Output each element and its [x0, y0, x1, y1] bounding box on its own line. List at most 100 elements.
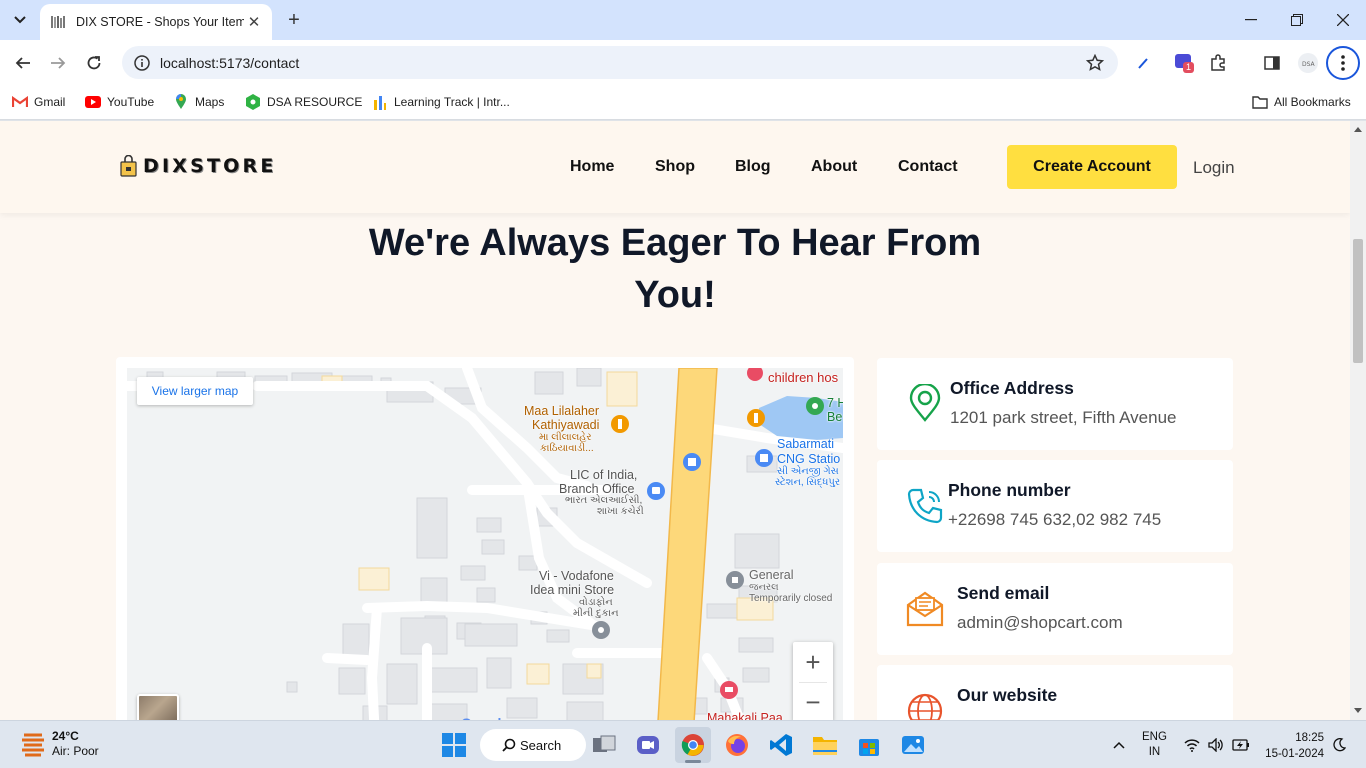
- scroll-up-arrow-icon[interactable]: [1354, 127, 1362, 132]
- active-tab[interactable]: DIX STORE - Shops Your Items ✕: [40, 4, 272, 40]
- weather-widget[interactable]: 24°C Air: Poor: [22, 729, 99, 759]
- reload-button[interactable]: [79, 48, 109, 78]
- map-label-lic3: ભારત એલઆઈસી,: [565, 495, 643, 506]
- taskbar-search[interactable]: Search: [480, 729, 586, 761]
- site-info-icon[interactable]: [134, 54, 150, 71]
- site-header: DIXSTORE Home Shop Blog About Contact Cr…: [0, 121, 1350, 213]
- all-bookmarks-button[interactable]: All Bookmarks: [1252, 92, 1351, 112]
- vscode-app[interactable]: [763, 727, 799, 763]
- bookmark-label: Maps: [195, 95, 225, 109]
- language-code: ENG: [1142, 731, 1167, 743]
- nav-contact[interactable]: Contact: [898, 158, 958, 176]
- map-label-gen1: General: [749, 568, 794, 582]
- bookmark-maps[interactable]: Maps: [173, 92, 224, 112]
- folder-icon: [1252, 94, 1268, 110]
- bookmark-label: Gmail: [34, 95, 66, 109]
- browser-toolbar: localhost:5173/contact 1 DSA: [0, 40, 1366, 85]
- clock-date: 15-01-2024: [1265, 748, 1324, 760]
- address-bar[interactable]: localhost:5173/contact: [122, 46, 1118, 79]
- bookmark-dsa[interactable]: DSA RESOURCE: [245, 92, 362, 112]
- map-label-sab4: સ્ટેશન, સિદ્ધપુર: [775, 477, 841, 488]
- site-favicon-icon: [51, 16, 65, 28]
- extensions-puzzle-icon[interactable]: [1207, 52, 1229, 74]
- forward-button[interactable]: [43, 48, 73, 78]
- bookmarks-bar: Gmail YouTube Maps DSA RESOURCE Learning…: [0, 85, 1366, 120]
- zoom-divider: [799, 682, 827, 683]
- map-zoom-control: + −: [793, 642, 833, 720]
- globe-icon: [907, 693, 943, 720]
- start-button[interactable]: [436, 727, 472, 763]
- file-explorer-app[interactable]: [807, 727, 843, 763]
- map-label-gen3: Temporarily closed: [749, 593, 833, 604]
- store-icon: [859, 739, 879, 756]
- reload-icon: [87, 56, 101, 70]
- new-tab-button[interactable]: +: [282, 8, 306, 32]
- microsoft-store-app[interactable]: [851, 727, 887, 763]
- tab-search-button[interactable]: [8, 8, 32, 32]
- teams-meet-app[interactable]: [630, 727, 666, 763]
- extension-badge: 1: [1186, 62, 1192, 72]
- notifications-button[interactable]: [1332, 721, 1346, 768]
- close-window-button[interactable]: [1320, 0, 1366, 40]
- map-label-lic2: Branch Office: [559, 482, 635, 496]
- profile-avatar-icon[interactable]: DSA: [1297, 52, 1319, 74]
- zoom-out-button[interactable]: −: [793, 682, 833, 720]
- scrollbar-thumb[interactable]: [1353, 239, 1363, 363]
- restore-icon: [1291, 14, 1303, 26]
- logo-text: DIXSTORE: [143, 155, 277, 177]
- view-larger-map-link[interactable]: View larger map: [137, 377, 253, 405]
- tab-close-icon[interactable]: ✕: [244, 12, 264, 32]
- create-account-button[interactable]: Create Account: [1007, 145, 1177, 189]
- nav-shop[interactable]: Shop: [655, 158, 695, 176]
- page-scrollbar[interactable]: [1350, 121, 1366, 720]
- youtube-icon: [85, 94, 101, 110]
- photos-app[interactable]: [895, 727, 931, 763]
- clock-time: 18:25: [1295, 732, 1324, 744]
- back-arrow-icon: [15, 57, 30, 69]
- chart-icon: [372, 94, 388, 110]
- haze-weather-icon: [22, 733, 44, 757]
- bookmark-learning-track[interactable]: Learning Track | Intr...: [372, 92, 510, 112]
- street-view-thumbnail[interactable]: [137, 694, 179, 720]
- search-label: Search: [520, 737, 562, 753]
- restore-button[interactable]: [1274, 0, 1320, 40]
- language-indicator[interactable]: ENG IN: [1142, 721, 1167, 768]
- task-view-button[interactable]: [586, 727, 622, 763]
- volume-status[interactable]: [1208, 721, 1224, 768]
- wifi-status[interactable]: [1184, 721, 1200, 768]
- bookmark-gmail[interactable]: Gmail: [12, 92, 65, 112]
- scroll-down-arrow-icon[interactable]: [1354, 708, 1362, 713]
- url-text[interactable]: localhost:5173/contact: [160, 55, 1086, 71]
- map-label-lic4: શાખા કચેરી: [597, 506, 644, 517]
- close-icon: [1337, 14, 1349, 26]
- menu-button[interactable]: [1326, 46, 1360, 80]
- nav-home[interactable]: Home: [570, 158, 614, 176]
- battery-status[interactable]: [1232, 721, 1250, 768]
- login-link[interactable]: Login: [1193, 158, 1235, 178]
- extension-shield-icon[interactable]: 1: [1173, 52, 1195, 74]
- office-address-card: Office Address 1201 park street, Fifth A…: [877, 358, 1233, 450]
- bookmark-label: All Bookmarks: [1274, 95, 1351, 109]
- wifi-icon: [1184, 739, 1200, 752]
- site-logo[interactable]: DIXSTORE: [120, 155, 277, 177]
- firefox-app[interactable]: [719, 727, 755, 763]
- map-label-vi1: Vi - Vodafone: [539, 569, 614, 583]
- side-panel-icon[interactable]: [1261, 52, 1283, 74]
- minimize-button[interactable]: [1228, 0, 1274, 40]
- zoom-in-button[interactable]: +: [793, 642, 833, 682]
- embedded-map[interactable]: Google children hos Maa Lilalaher Kathiy…: [127, 368, 843, 720]
- map-label-maa3: મા લીલાલહેર: [539, 432, 592, 443]
- system-clock[interactable]: 18:25 15-01-2024: [1262, 730, 1324, 762]
- phone-icon: [907, 488, 943, 524]
- nav-about[interactable]: About: [811, 158, 857, 176]
- bookmark-youtube[interactable]: YouTube: [85, 92, 154, 112]
- map-label-maa1: Maa Lilalaher: [524, 404, 600, 418]
- chrome-app[interactable]: [675, 727, 711, 763]
- bookmark-star-icon[interactable]: [1086, 53, 1104, 72]
- nav-blog[interactable]: Blog: [735, 158, 771, 176]
- show-hidden-icons-button[interactable]: [1113, 721, 1125, 768]
- pen-extension-icon[interactable]: [1133, 52, 1155, 74]
- weather-temp: 24°C: [52, 729, 79, 743]
- back-button[interactable]: [8, 48, 38, 78]
- tab-title: DIX STORE - Shops Your Items: [76, 15, 244, 29]
